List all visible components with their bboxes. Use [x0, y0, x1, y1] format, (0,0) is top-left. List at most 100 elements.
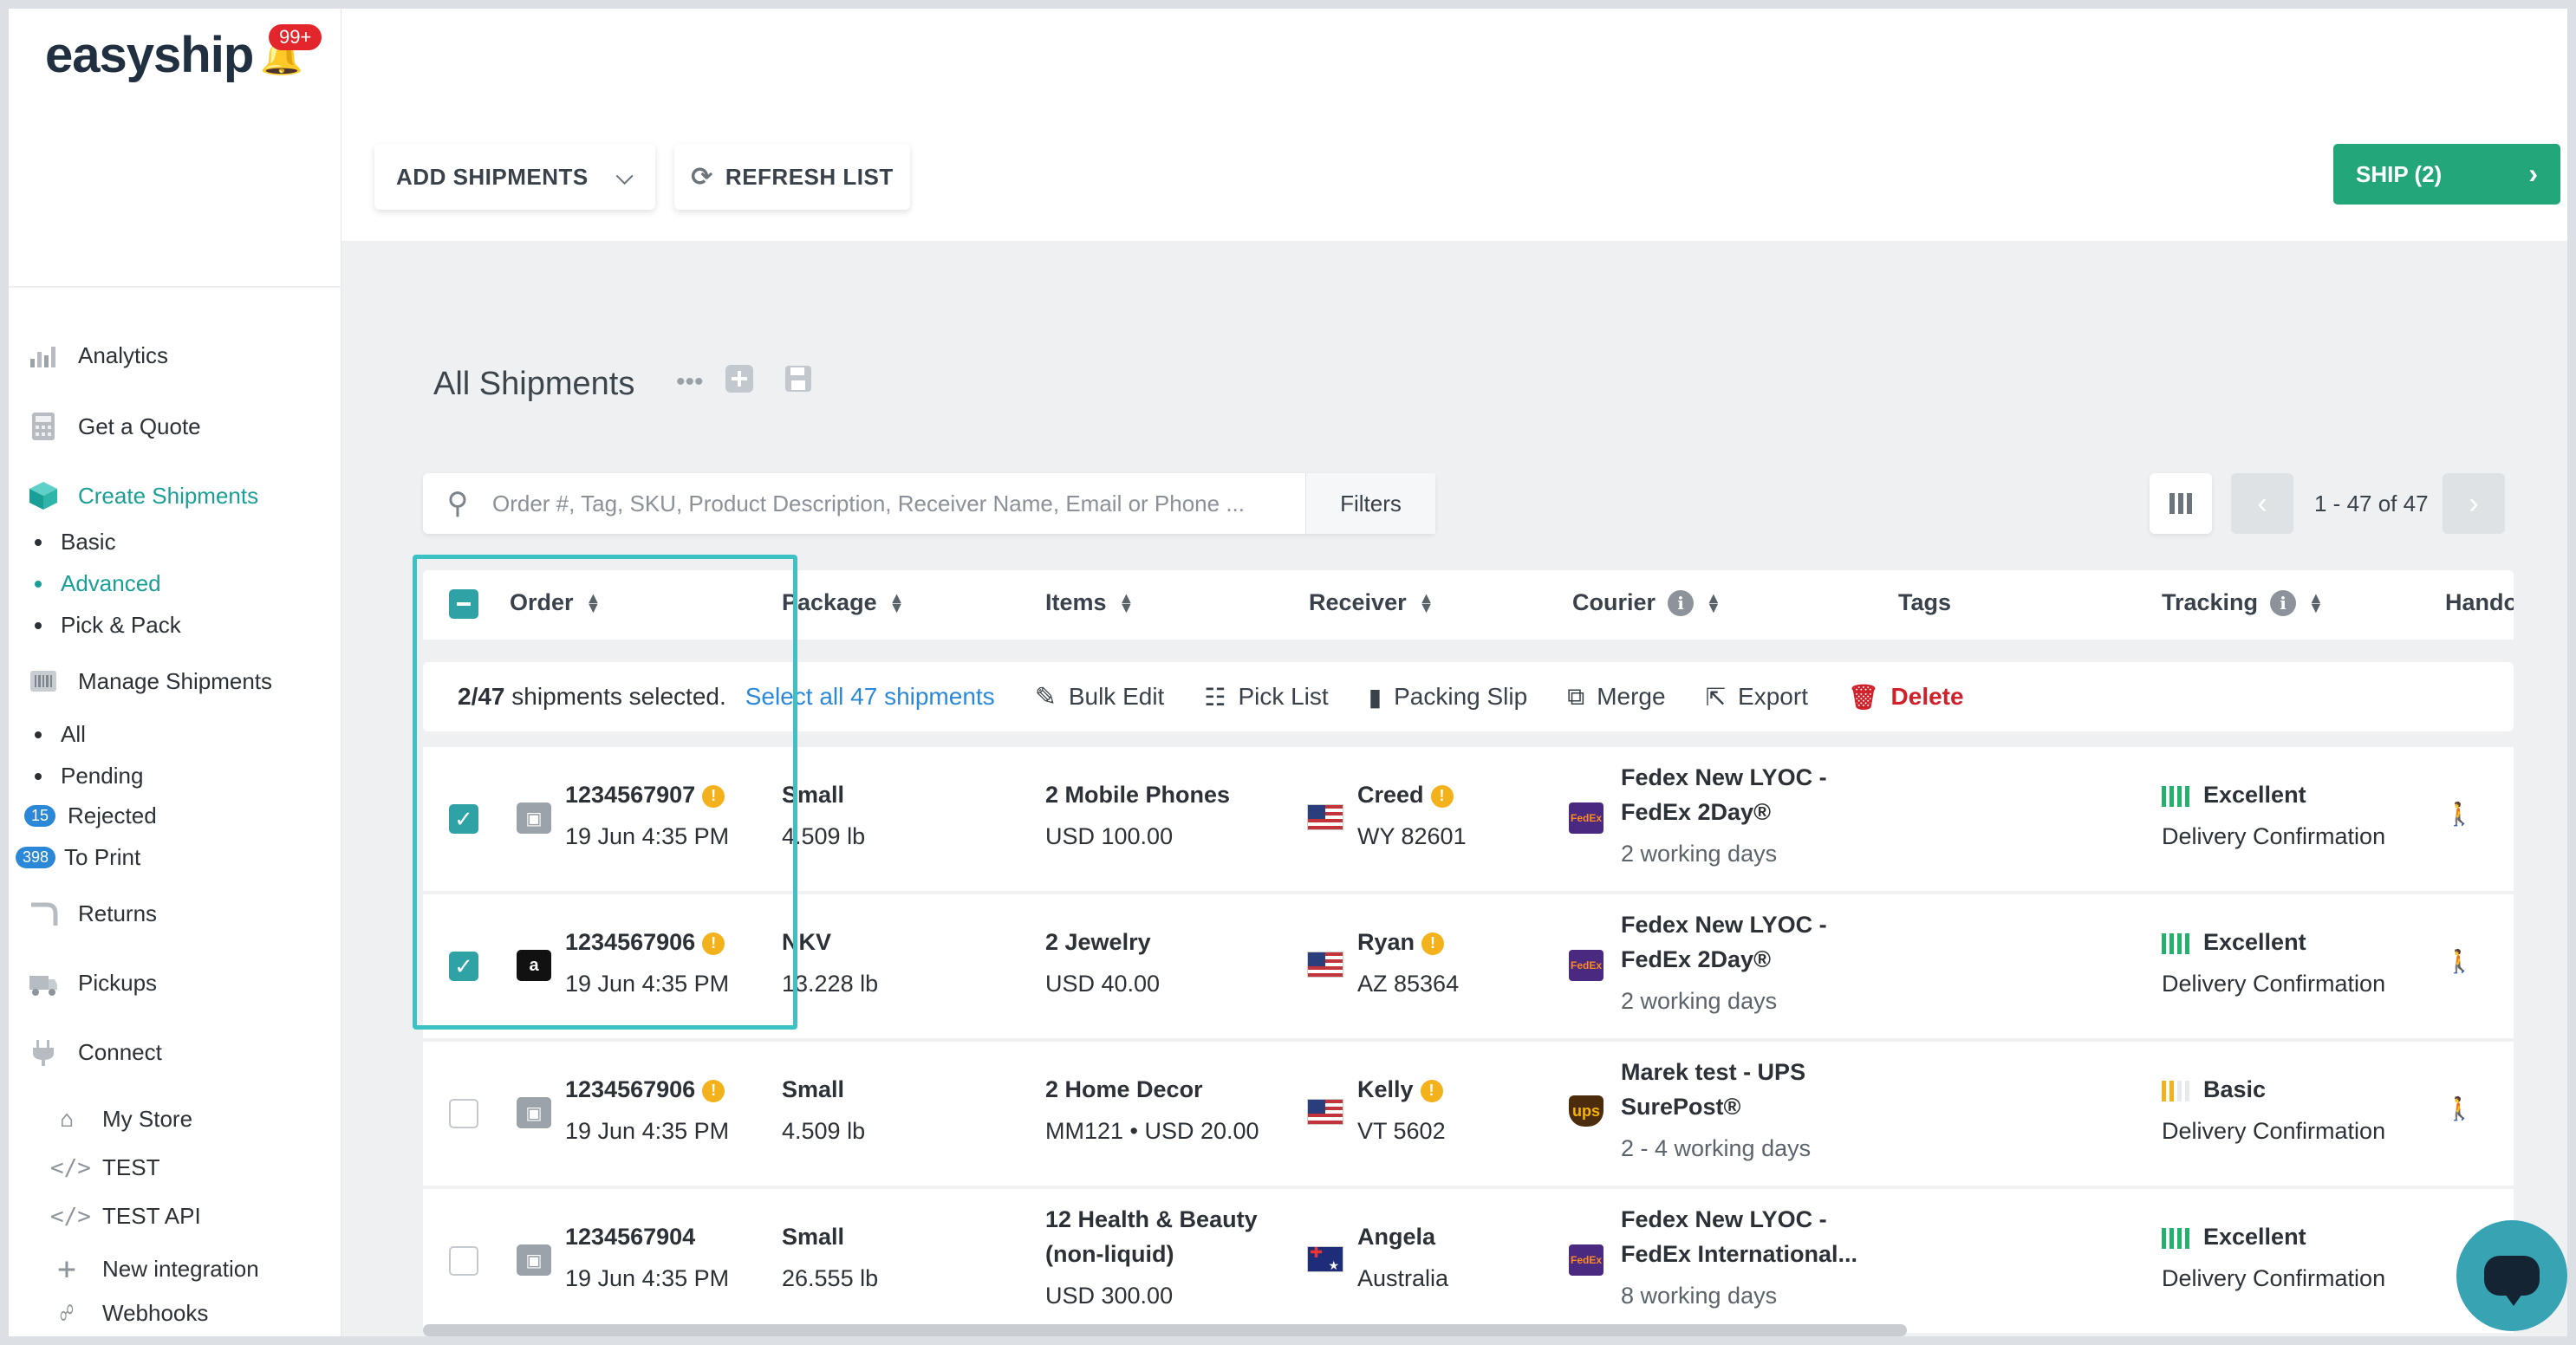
- bullet: [35, 621, 42, 629]
- receiver-location: Australia: [1357, 1265, 1449, 1291]
- bulk-action-bar: 2/47 shipments selected. Select all 47 s…: [423, 662, 2514, 731]
- calculator-icon: [28, 411, 59, 442]
- next-page-button[interactable]: ›: [2443, 473, 2505, 534]
- order-number[interactable]: 1234567904: [565, 1224, 695, 1251]
- row-checkbox[interactable]: ✓: [449, 952, 478, 981]
- refresh-list-label: REFRESH LIST: [725, 163, 894, 190]
- sidebar-item-manage-shipments[interactable]: Manage Shipments: [28, 666, 272, 697]
- document-icon: ▮: [1368, 683, 1382, 711]
- column-tracking[interactable]: Tracking i ▲ ▼: [2162, 589, 2324, 616]
- info-icon[interactable]: i: [1668, 589, 1695, 616]
- search-input[interactable]: [492, 490, 1305, 517]
- sidebar-item-pickups[interactable]: Pickups: [28, 967, 157, 998]
- sidebar-subitem-webhooks[interactable]: ☍ Webhooks: [50, 1300, 208, 1327]
- column-courier[interactable]: Courier i ▲ ▼: [1572, 589, 1721, 616]
- table-row[interactable]: ▣ 1234567906! 19 Jun 4:35 PM Small 4.509…: [423, 1042, 2514, 1187]
- sidebar-item-connect[interactable]: Connect: [28, 1036, 162, 1068]
- prev-page-button[interactable]: ‹: [2231, 473, 2293, 534]
- refresh-list-button[interactable]: ⟳ REFRESH LIST: [674, 144, 910, 210]
- export-button[interactable]: ⇱ Export: [1706, 683, 1808, 711]
- sidebar-item-label: Manage Shipments: [78, 667, 273, 694]
- sidebar-subitem-to-print[interactable]: 398 To Print: [16, 844, 140, 871]
- bullet: [35, 580, 42, 588]
- select-all-checkbox[interactable]: [449, 589, 478, 619]
- chat-button[interactable]: [2456, 1220, 2567, 1331]
- columns-button[interactable]: [2150, 473, 2212, 534]
- delete-button[interactable]: 🗑 Delete: [1848, 683, 1964, 711]
- order-number[interactable]: 1234567906!: [565, 929, 725, 956]
- dropoff-icon[interactable]: 🚶: [2445, 1095, 2473, 1122]
- table-row[interactable]: ▣ 1234567904 19 Jun 4:35 PM Small 26.555…: [423, 1189, 2514, 1333]
- filters-button[interactable]: Filters: [1305, 473, 1435, 534]
- pick-list-button[interactable]: ☷ Pick List: [1204, 683, 1328, 711]
- sidebar-item-create-shipments[interactable]: Create Shipments: [28, 480, 258, 511]
- sidebar-subitem-pick-pack[interactable]: Pick & Pack: [35, 612, 181, 639]
- sidebar-subitem-test-api[interactable]: </> TEST API: [50, 1203, 201, 1230]
- column-package[interactable]: Package ▲ ▼: [782, 589, 904, 616]
- save-view-icon[interactable]: [784, 364, 813, 401]
- export-label: Export: [1738, 683, 1808, 710]
- select-all-link[interactable]: Select all 47 shipments: [745, 683, 995, 711]
- bullet: [35, 538, 42, 546]
- dropoff-icon[interactable]: 🚶: [2445, 948, 2473, 975]
- bullet: [35, 772, 42, 780]
- order-number[interactable]: 1234567906!: [565, 1076, 725, 1103]
- sidebar-subitem-test[interactable]: </> TEST: [50, 1154, 159, 1181]
- notification-badge: 99+: [269, 24, 322, 50]
- chevron-right-icon: ›: [2528, 158, 2538, 189]
- add-shipments-button[interactable]: ADD SHIPMENTS ⌵: [374, 144, 655, 210]
- sidebar-subitem-basic[interactable]: Basic: [35, 529, 116, 556]
- table-row[interactable]: ✓ ▣ 1234567907! 19 Jun 4:35 PM Small 4.5…: [423, 747, 2514, 893]
- store-icon: ▣: [517, 802, 551, 834]
- chevron-left-icon: ‹: [2257, 486, 2267, 520]
- row-checkbox[interactable]: ✓: [449, 804, 478, 834]
- column-receiver[interactable]: Receiver ▲ ▼: [1309, 589, 1434, 616]
- sidebar-subitem-advanced[interactable]: Advanced: [35, 570, 161, 597]
- table-row[interactable]: ✓ a 1234567906! 19 Jun 4:35 PM NKV 13.22…: [423, 894, 2514, 1040]
- bulk-edit-button[interactable]: ✎ Bulk Edit: [1035, 682, 1165, 712]
- sort-icon: ▲ ▼: [2308, 588, 2324, 616]
- row-checkbox[interactable]: [449, 1099, 478, 1128]
- tracking-rating-text: Basic: [2203, 1076, 2267, 1102]
- packing-slip-button[interactable]: ▮ Packing Slip: [1369, 683, 1528, 711]
- sidebar-subitem-my-store[interactable]: ⌂ My Store: [50, 1106, 192, 1133]
- package-weight: 26.555 lb: [782, 1265, 879, 1291]
- sidebar-item-label: Pickups: [78, 969, 158, 996]
- sidebar-subitem-all[interactable]: All: [35, 721, 86, 748]
- sidebar-subitem-pending[interactable]: Pending: [35, 763, 143, 789]
- add-view-icon[interactable]: [725, 364, 754, 401]
- column-label: Tracking: [2162, 589, 2259, 615]
- row-checkbox[interactable]: [449, 1246, 478, 1276]
- order-date: 19 Jun 4:35 PM: [565, 971, 730, 997]
- merge-button[interactable]: ⧉ Merge: [1567, 683, 1665, 711]
- ship-button[interactable]: SHIP (2) ›: [2333, 144, 2560, 205]
- column-handover[interactable]: Hando: [2445, 589, 2514, 616]
- more-options-icon[interactable]: •••: [676, 367, 704, 397]
- returns-icon: [28, 898, 59, 929]
- column-order[interactable]: Order ▲ ▼: [510, 589, 601, 616]
- sidebar-subitem-label: Advanced: [61, 570, 161, 596]
- column-items[interactable]: Items ▲ ▼: [1045, 589, 1134, 616]
- store-icon: ⌂: [60, 1106, 74, 1133]
- order-number[interactable]: 1234567907!: [565, 782, 725, 809]
- sidebar-item-analytics[interactable]: Analytics: [28, 340, 168, 371]
- horizontal-scrollbar[interactable]: [423, 1324, 1907, 1336]
- chat-icon: [2484, 1256, 2540, 1306]
- dropoff-icon[interactable]: 🚶: [2445, 801, 2473, 828]
- merge-icon: ⧉: [1567, 682, 1585, 710]
- store-icon: ▣: [517, 1244, 551, 1276]
- sidebar-item-returns[interactable]: Returns: [28, 898, 157, 929]
- items-value: USD 40.00: [1045, 971, 1161, 997]
- truck-icon: [28, 967, 59, 998]
- sidebar-subitem-rejected[interactable]: 15 Rejected: [24, 802, 157, 829]
- package-weight: 4.509 lb: [782, 823, 866, 849]
- sidebar-item-get-a-quote[interactable]: Get a Quote: [28, 411, 201, 442]
- refresh-icon: ⟳: [691, 162, 713, 192]
- merge-label: Merge: [1597, 683, 1666, 710]
- receiver-name: Kelly!: [1357, 1076, 1443, 1103]
- sidebar-subitem-new-integration[interactable]: + New integration: [50, 1251, 259, 1287]
- easyship-logo[interactable]: easyship 🔔 99+: [45, 24, 322, 84]
- column-tags: Tags: [1898, 589, 1951, 616]
- plug-icon: [28, 1036, 59, 1068]
- info-icon[interactable]: i: [2270, 589, 2297, 616]
